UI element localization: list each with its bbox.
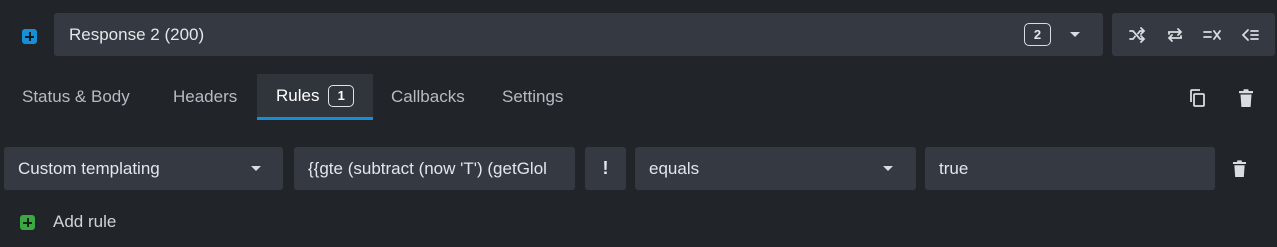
negate-toggle-button[interactable]: ! (585, 147, 626, 190)
rules-list-button[interactable] (1235, 20, 1265, 50)
trash-icon (1232, 160, 1246, 177)
tab-bar: Status & Body Headers Rules 1 Callbacks … (0, 74, 700, 120)
response-rules-panel: Response 2 (200) 2 Status & Body Headers… (0, 0, 1277, 247)
delete-response-button[interactable] (1235, 86, 1257, 110)
rule-expected-value: true (939, 158, 969, 178)
copy-icon (1189, 89, 1205, 107)
add-response-button[interactable] (14, 23, 44, 49)
add-rule-button[interactable]: Add rule (20, 207, 116, 237)
clear-rules-icon (1203, 29, 1222, 40)
plus-square-icon (21, 28, 37, 44)
repeat-button[interactable] (1160, 20, 1190, 50)
response-select[interactable]: Response 2 (200) 2 (54, 13, 1103, 56)
add-rule-label: Add rule (53, 212, 117, 231)
chevron-down-icon (1070, 32, 1080, 37)
rules-count-badge: 1 (328, 84, 354, 107)
rule-target-value: Custom templating (18, 158, 160, 178)
tab-headers[interactable]: Headers (173, 74, 237, 120)
response-count-badge: 2 (1024, 23, 1051, 46)
repeat-icon (1167, 27, 1182, 42)
chevron-down-icon (251, 166, 261, 171)
rule-target-select[interactable]: Custom templating (4, 147, 283, 190)
tab-rules[interactable]: Rules 1 (257, 74, 373, 120)
tab-rules-label: Rules (276, 85, 320, 105)
clear-rules-button[interactable] (1197, 20, 1227, 50)
rule-value-input[interactable]: {{gte (subtract (now 'T') (getGlol (294, 147, 575, 190)
duplicate-button[interactable] (1185, 86, 1209, 110)
response-toolbar (1112, 13, 1275, 56)
trash-icon (1239, 88, 1253, 107)
shuffle-button[interactable] (1122, 20, 1152, 50)
delete-rule-button[interactable] (1229, 158, 1249, 180)
response-label: Response 2 (200) (69, 24, 205, 44)
rule-operator-select[interactable]: equals (635, 147, 916, 190)
tab-settings[interactable]: Settings (502, 74, 563, 120)
rules-list-icon (1241, 28, 1260, 41)
tab-callbacks[interactable]: Callbacks (391, 74, 465, 120)
tab-status-body[interactable]: Status & Body (22, 74, 130, 120)
chevron-down-icon (883, 166, 893, 171)
plus-square-icon (20, 214, 35, 230)
rule-value-text: {{gte (subtract (now 'T') (getGlol (308, 158, 547, 178)
rule-expected-input[interactable]: true (925, 147, 1215, 190)
shuffle-icon (1128, 26, 1146, 43)
rule-operator-value: equals (649, 158, 700, 178)
